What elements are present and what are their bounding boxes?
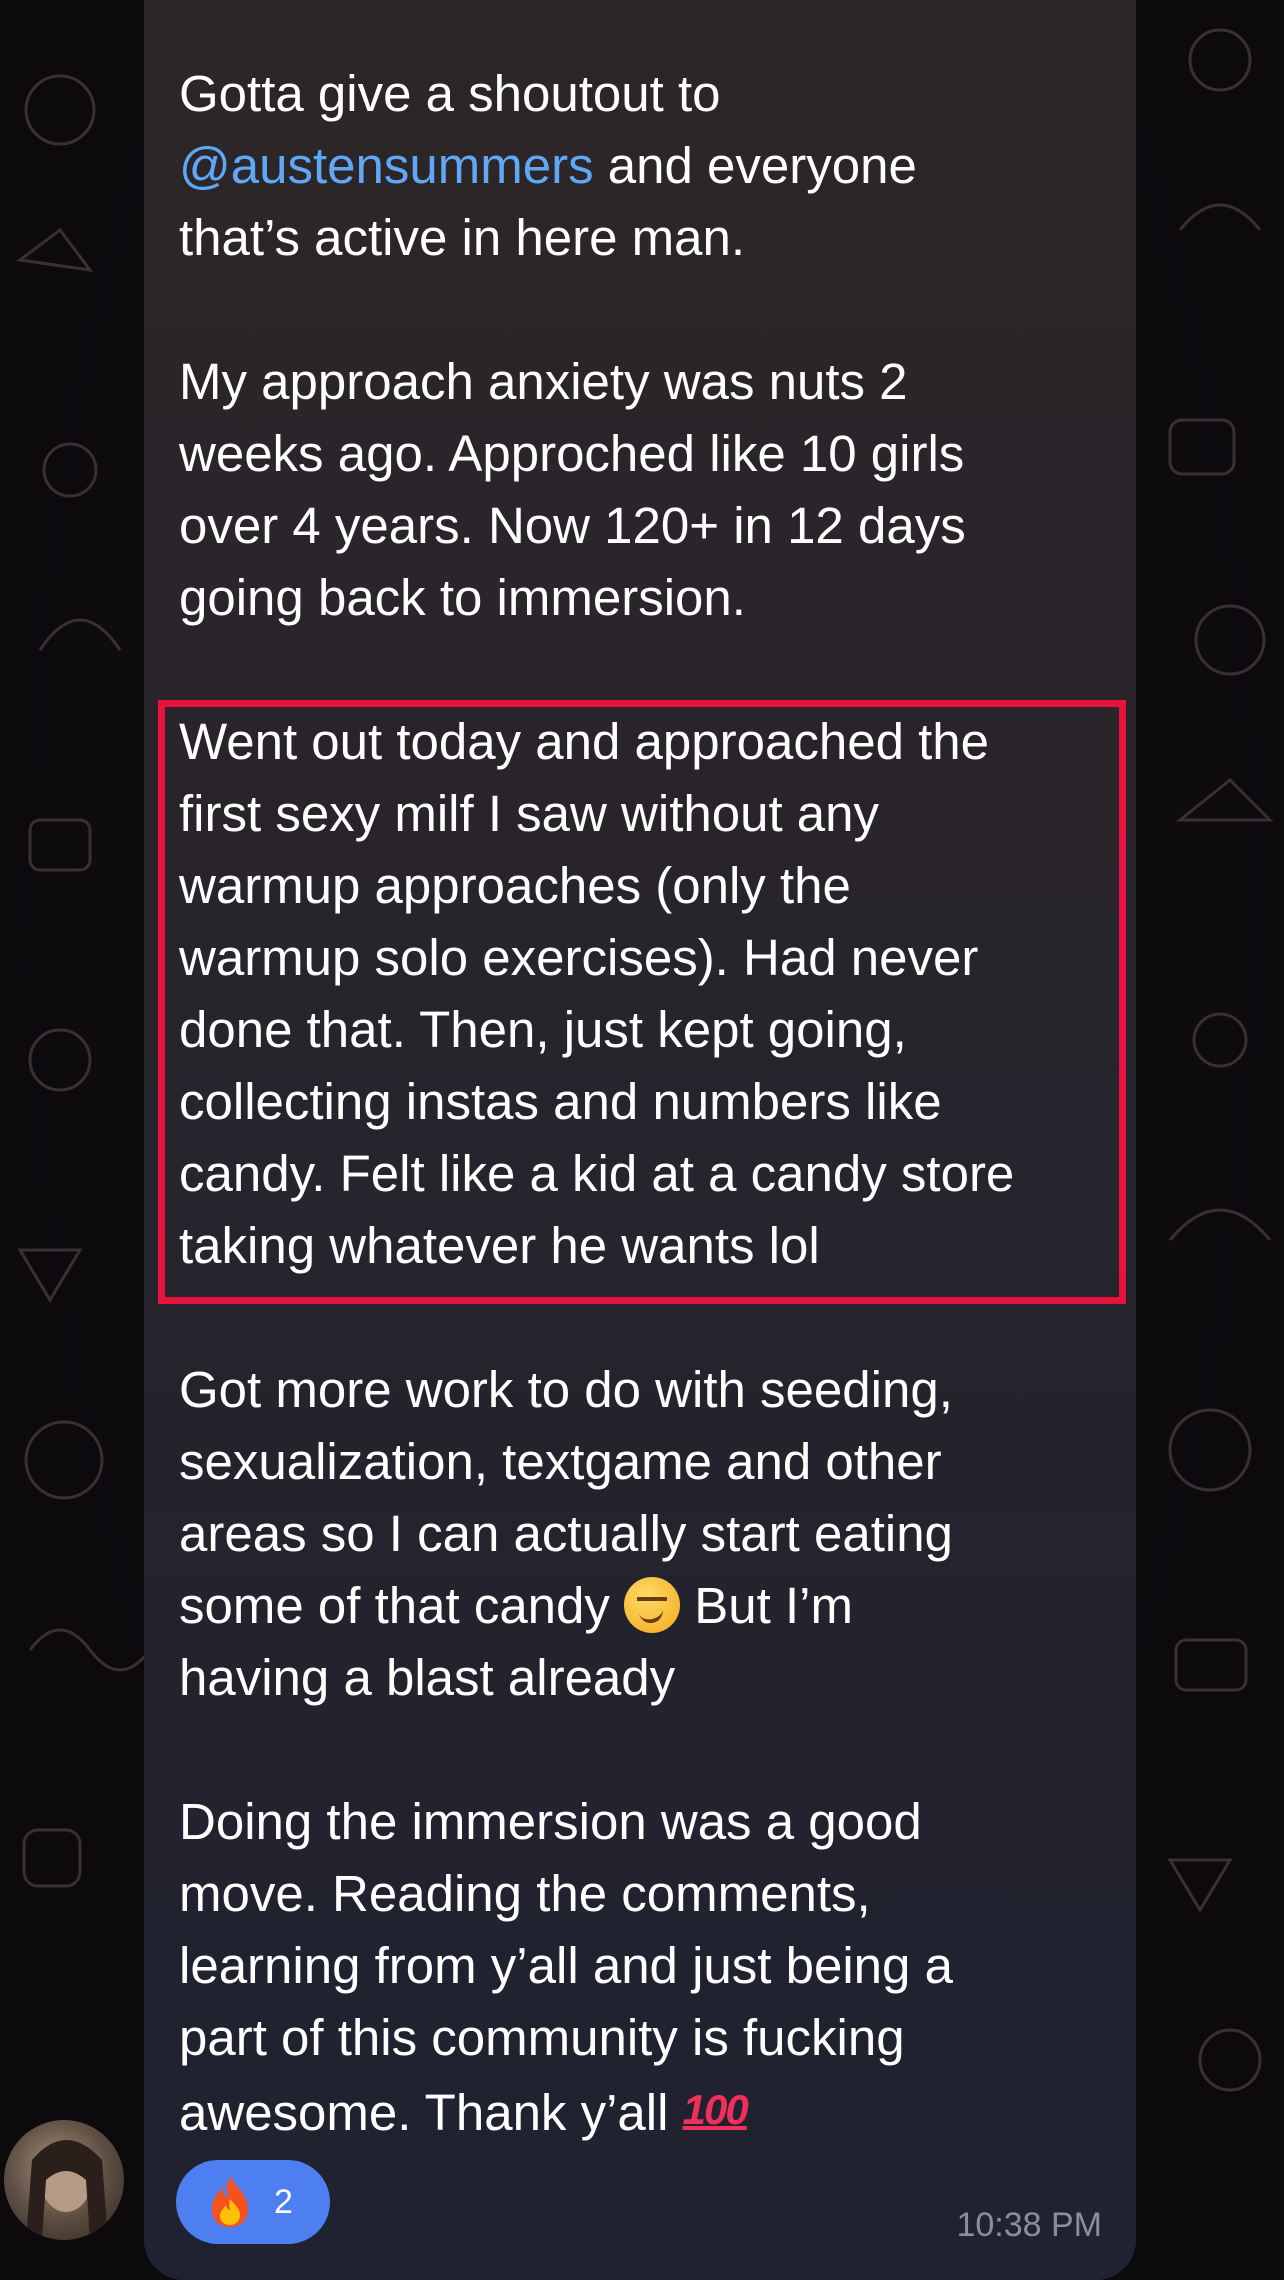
mention-link[interactable]: @austensummers xyxy=(179,137,594,194)
message-paragraph-5: Doing the immersion was a good move. Rea… xyxy=(179,1786,1119,2149)
highlight-box xyxy=(158,700,1126,1304)
message-text: Doing the immersion was a good move. Rea… xyxy=(179,1793,953,2141)
avatar-image xyxy=(26,2140,108,2240)
avatar[interactable] xyxy=(4,2120,124,2240)
reaction-count: 2 xyxy=(274,2182,293,2221)
message-timestamp: 10:38 PM xyxy=(956,2206,1102,2244)
smirk-emoji-icon xyxy=(624,1577,681,1633)
message-paragraph-1: Gotta give a shoutout to @austensummers … xyxy=(179,58,1119,274)
reaction-button[interactable]: 2 xyxy=(176,2160,330,2244)
message-text: Gotta give a shoutout to xyxy=(179,65,721,122)
message-paragraph-2: My approach anxiety was nuts 2 weeks ago… xyxy=(179,353,966,626)
message-paragraph-4: Got more work to do with seeding, sexual… xyxy=(179,1354,1119,1714)
hundred-points-emoji-icon: 100 xyxy=(682,2086,749,2133)
fire-icon xyxy=(212,2177,248,2227)
